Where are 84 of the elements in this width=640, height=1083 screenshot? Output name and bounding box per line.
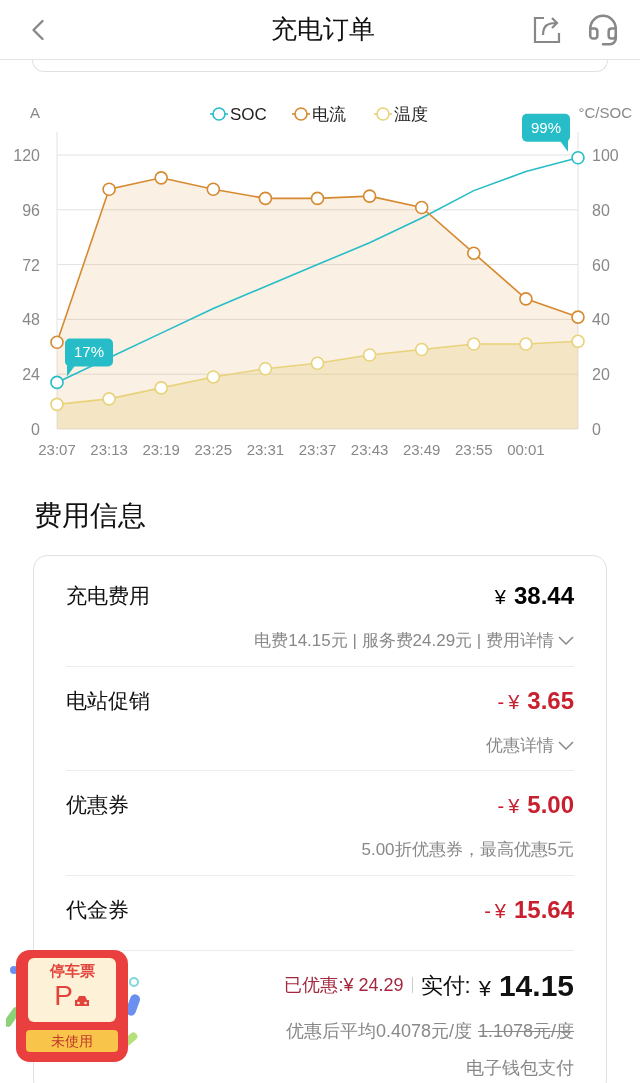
amount-text: ¥ 38.44 (494, 581, 574, 611)
point (310, 191, 325, 206)
point (414, 200, 429, 215)
axis-title: °C/SOC (578, 104, 632, 121)
point (414, 342, 429, 357)
axis-label: 24 (22, 366, 40, 384)
axis-label: 23:07 (38, 441, 76, 458)
point (571, 310, 585, 324)
fee-label: 充电费用 (66, 583, 150, 610)
axis-label: 80 (592, 201, 610, 219)
point (154, 381, 168, 395)
axis-label: 23:31 (246, 441, 285, 458)
point (467, 246, 481, 260)
paid-label: 实付: (420, 971, 471, 1000)
details-link[interactable]: 优惠详情 (486, 732, 574, 758)
details-link[interactable]: 电费14.15元 | 服务费24.29元 | 费用详情 (254, 628, 574, 654)
amount-text: - ¥ 5.00 (497, 790, 574, 820)
axis-label: 23:25 (194, 441, 233, 458)
axis-label: 48 (22, 311, 40, 329)
point (50, 397, 64, 412)
chevron-down-icon (558, 740, 574, 750)
car-icon (73, 995, 90, 1008)
axis-label: 23:19 (142, 441, 180, 458)
point (519, 292, 533, 306)
point (258, 361, 273, 376)
paid-amount: ¥ 14.15 (478, 967, 574, 1004)
point (258, 191, 273, 206)
fee-label: 代金券 (66, 896, 129, 923)
axis-label: 23:49 (402, 441, 441, 458)
fee-note: 5.00折优惠券，最高优惠5元 (361, 839, 574, 861)
point (50, 375, 64, 390)
point (362, 348, 377, 362)
point (206, 370, 221, 384)
chevron-down-icon (558, 636, 574, 646)
legend-label: SOC (230, 105, 267, 124)
parking-ticket-badge[interactable]: 停车票 P 未使用 (16, 948, 128, 1062)
axis-label: 100 (592, 147, 619, 164)
parking-letter: P (54, 980, 73, 1012)
ticket-title: 停车票 (49, 962, 95, 980)
axis-label: 0 (592, 421, 601, 438)
point (362, 189, 377, 203)
axis-label: 23:13 (90, 441, 128, 458)
axis-label: 23:55 (455, 441, 493, 458)
axis-label: 96 (22, 201, 40, 219)
page-title: 充电订单 (271, 13, 375, 46)
axis-label: 60 (592, 256, 610, 274)
point (154, 171, 168, 185)
payment-method: 电子钱包支付 (466, 1056, 574, 1080)
point (467, 337, 481, 351)
value-callout: 99% (522, 113, 570, 152)
amount-text: - ¥ 15.64 (484, 894, 574, 925)
axis-label: 20 (592, 366, 610, 384)
axis-label: 120 (13, 147, 40, 164)
axis-label: 72 (22, 256, 40, 274)
saved-amount: 已优惠:¥ 24.29 (284, 973, 404, 997)
axis-label: 00:01 (507, 441, 545, 458)
headset-icon[interactable] (586, 12, 620, 47)
value-callout: 17% (65, 338, 113, 377)
legend-item: 电流 (291, 105, 346, 124)
section-title: 费用信息 (34, 499, 147, 533)
point (519, 337, 533, 351)
legend-label: 电流 (312, 105, 346, 124)
axis-label: 23:37 (298, 441, 337, 458)
point (102, 182, 116, 197)
point (310, 356, 325, 371)
legend-item: 温度 (373, 105, 428, 124)
original-price: 1.1078元/度 (477, 1019, 574, 1043)
axis-label: 23:43 (350, 441, 389, 458)
annotation: 17% (73, 343, 105, 361)
axis-title: A (30, 104, 40, 121)
point (571, 334, 585, 349)
point (206, 182, 221, 197)
axis-label: 40 (592, 311, 610, 329)
point (571, 150, 585, 165)
point (50, 335, 64, 350)
point (102, 392, 116, 406)
axis-label: 0 (31, 421, 40, 438)
ticket-status: 未使用 (26, 1030, 118, 1052)
legend-label: 温度 (394, 105, 428, 124)
fee-label: 电站促销 (66, 687, 150, 714)
legend-item: SOC (209, 105, 267, 124)
amount-text: - ¥ 3.65 (497, 685, 574, 716)
fee-label: 优惠券 (66, 792, 129, 819)
average-price: 优惠后平均0.4078元/度 (285, 1019, 472, 1043)
